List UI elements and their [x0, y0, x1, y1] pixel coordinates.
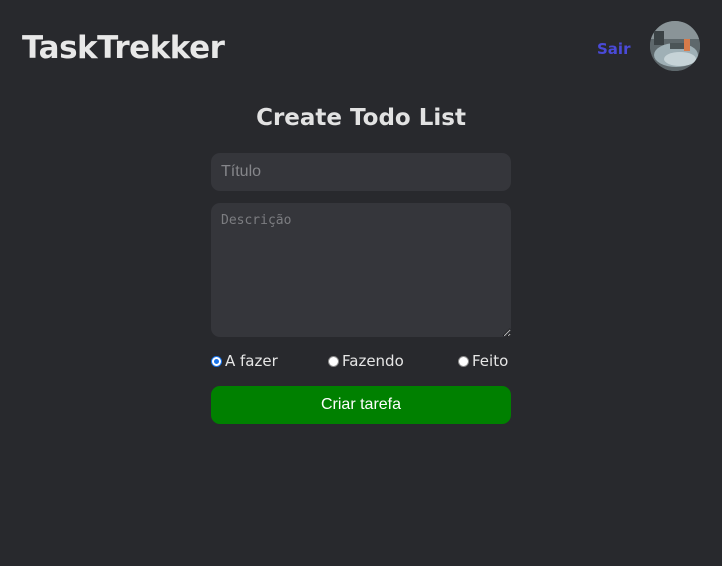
- radio-unchecked-icon[interactable]: [328, 355, 339, 367]
- user-avatar-icon[interactable]: [650, 21, 700, 71]
- app-title: TaskTrekker: [22, 30, 225, 66]
- create-task-button[interactable]: Criar tarefa: [211, 386, 511, 424]
- logout-link[interactable]: Sair: [597, 40, 630, 58]
- description-textarea[interactable]: [211, 203, 511, 337]
- title-input[interactable]: [211, 153, 511, 191]
- status-radio-done[interactable]: Feito: [458, 351, 508, 371]
- status-label-doing: Fazendo: [342, 352, 404, 370]
- status-radio-todo[interactable]: A fazer: [211, 351, 278, 371]
- page: TaskTrekker Sair Create Todo List A faze…: [0, 0, 722, 566]
- status-label-done: Feito: [472, 352, 509, 370]
- page-title: Create Todo List: [256, 105, 466, 131]
- radio-unchecked-icon[interactable]: [458, 355, 469, 367]
- radio-checked-icon[interactable]: [211, 355, 222, 367]
- status-radio-doing[interactable]: Fazendo: [328, 351, 404, 371]
- header: TaskTrekker Sair: [0, 0, 722, 100]
- status-label-todo: A fazer: [225, 352, 278, 370]
